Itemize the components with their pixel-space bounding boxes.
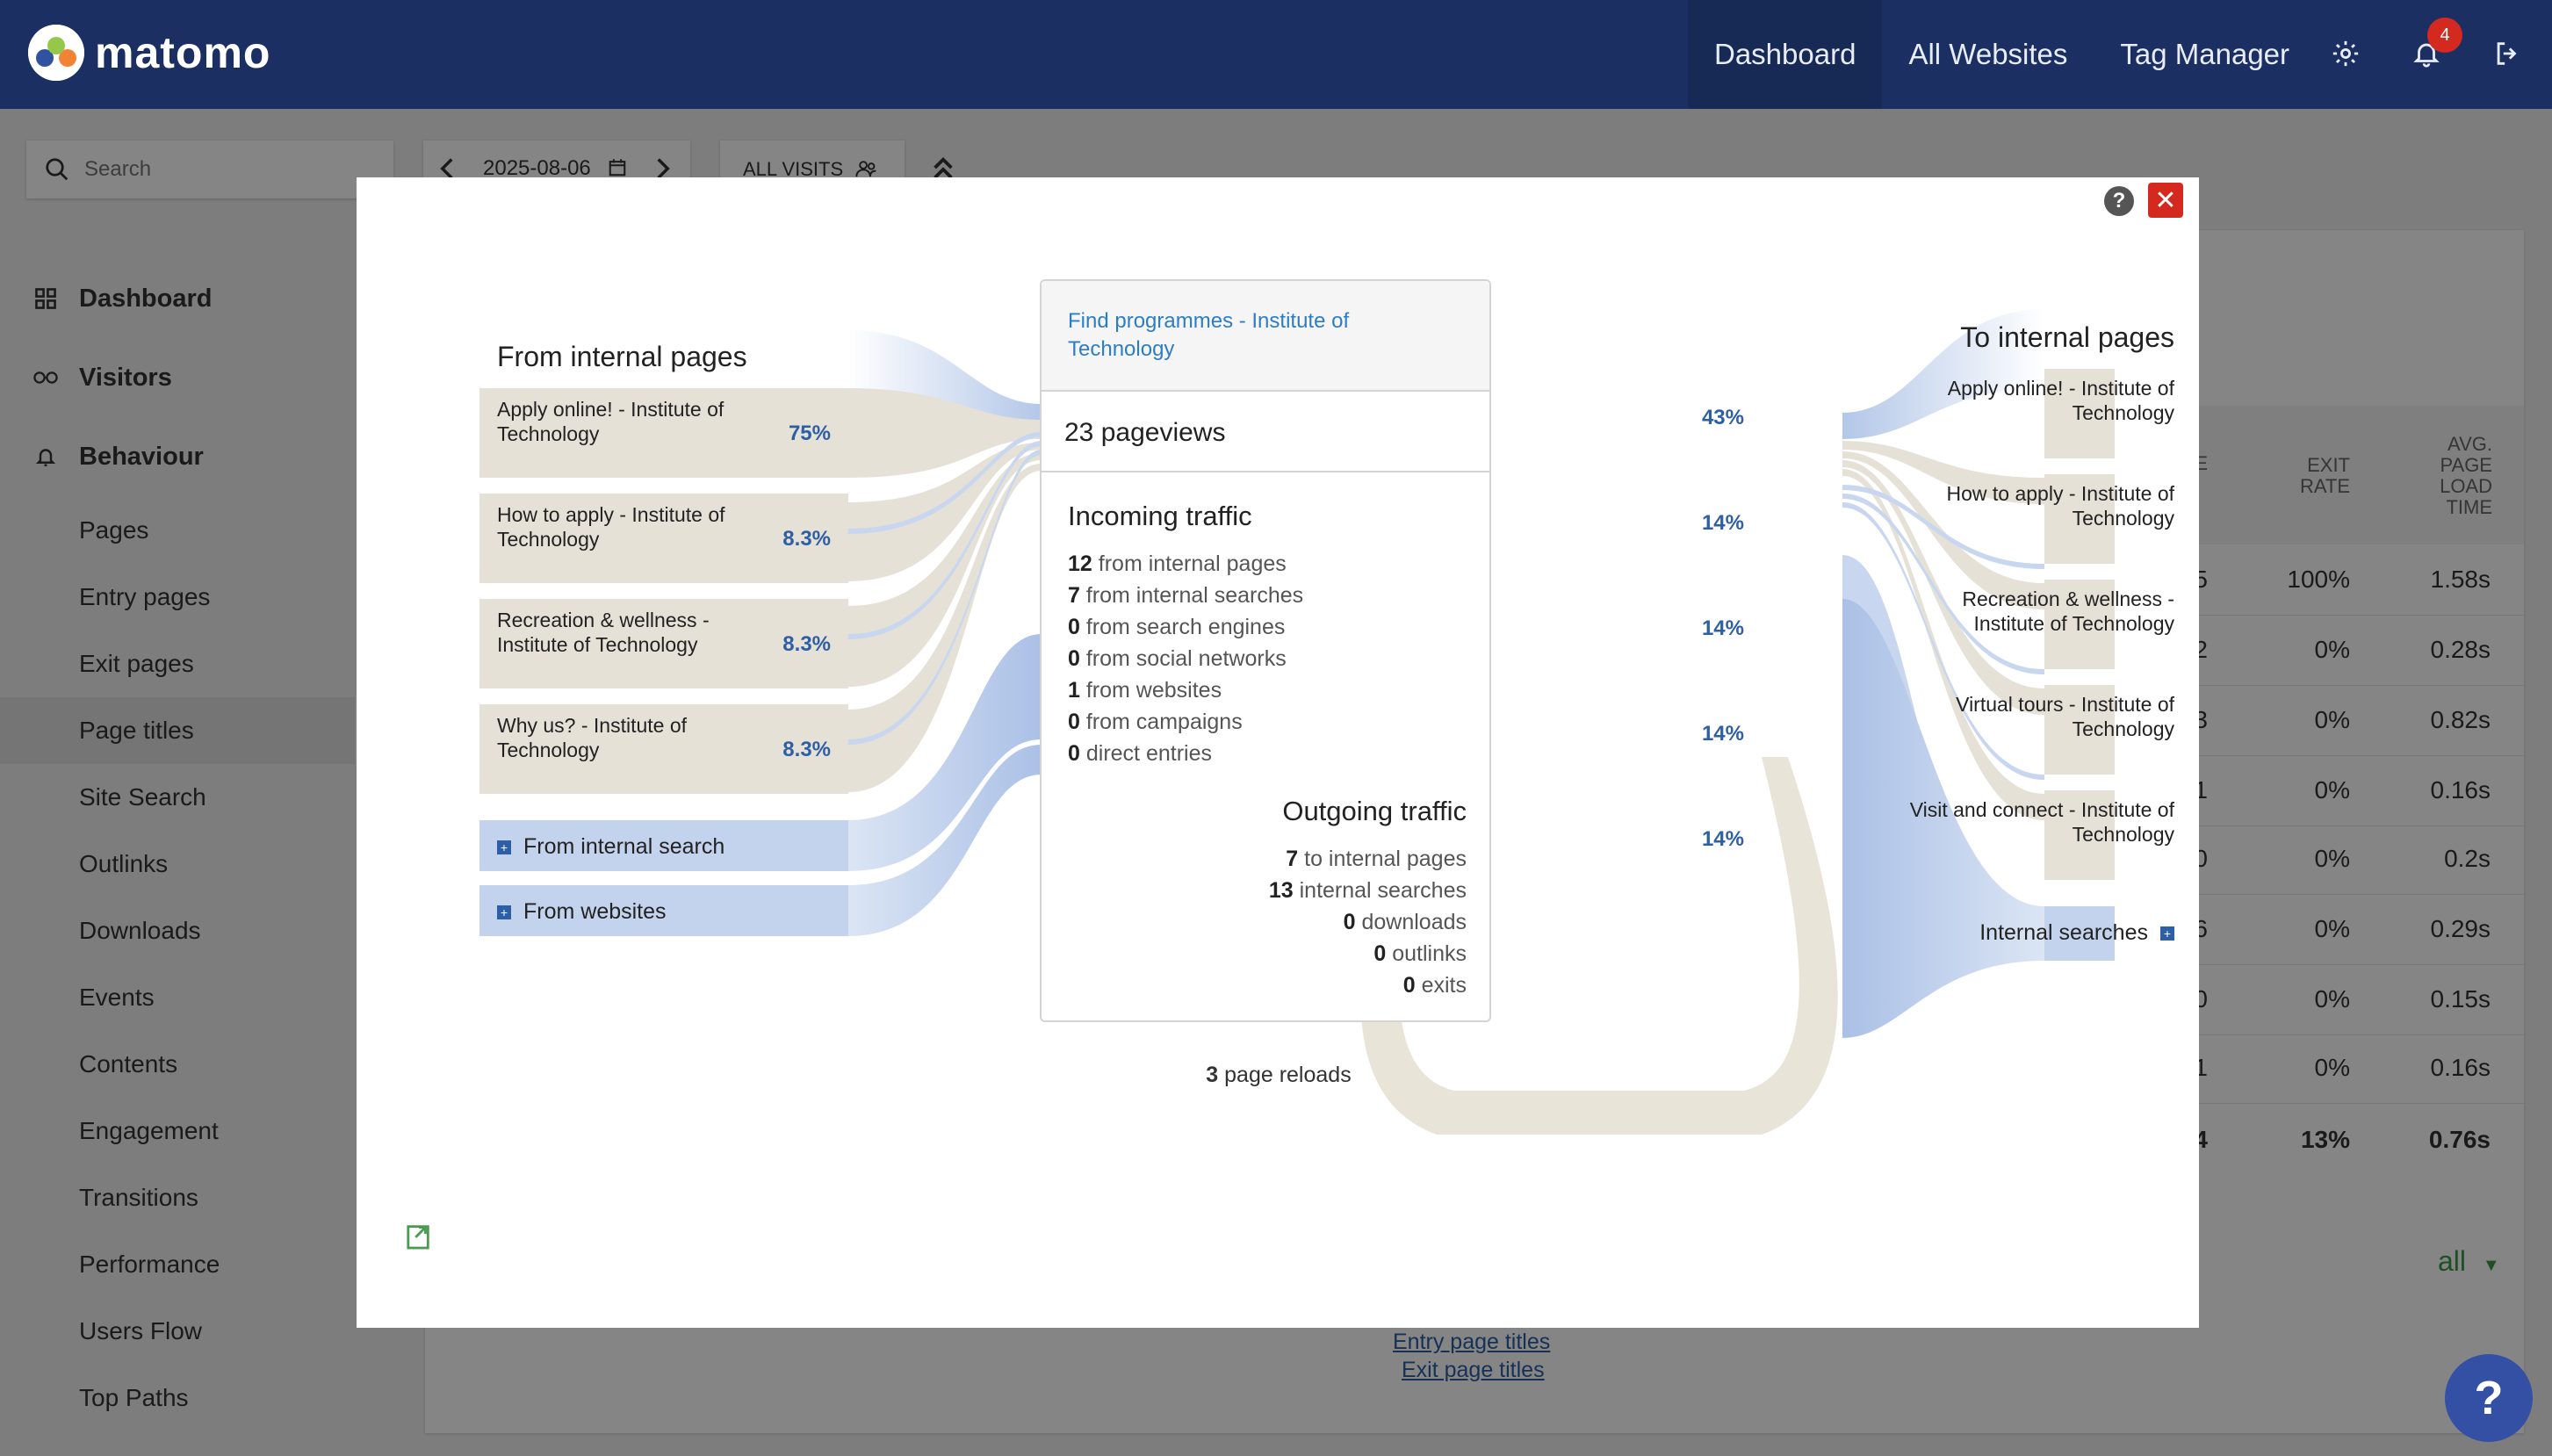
incoming-row: 12 from internal pages [1068, 551, 1287, 576]
group-label: Internal searches [1979, 920, 2148, 945]
right-page-item[interactable]: Apply online! - Institute of Technology [1779, 376, 2174, 425]
matomo-logo[interactable]: matomo [28, 25, 270, 81]
right-page-item[interactable]: Visit and connect - Institute of Technolo… [1779, 797, 2174, 847]
logout-icon[interactable] [2485, 32, 2529, 76]
logo-text: matomo [95, 28, 271, 77]
to-internal-pages-title: To internal pages [1960, 321, 2174, 353]
expand-plus-icon[interactable]: + [2160, 926, 2174, 941]
group-label: From internal search [523, 834, 725, 859]
right-page-percent: 14% [1701, 511, 1744, 535]
left-page-item[interactable]: How to apply - Institute of Technology [497, 502, 761, 551]
reloads-count: 3 [1206, 1063, 1219, 1087]
notification-count-badge: 4 [2427, 18, 2462, 53]
left-page-item[interactable]: Why us? - Institute of Technology [497, 713, 761, 762]
right-page-item[interactable]: Virtual tours - Institute of Technology [1779, 692, 2174, 741]
current-page-title-link[interactable]: Find programmes - Institute of Technolog… [1068, 307, 1454, 364]
incoming-row: 0 direct entries [1068, 741, 1212, 766]
from-internal-search-group[interactable]: + From internal search [497, 834, 725, 860]
expand-plus-icon[interactable]: + [497, 905, 511, 919]
export-icon[interactable] [406, 1221, 432, 1255]
help-fab-button[interactable]: ? [2445, 1354, 2533, 1442]
incoming-traffic-list: 12 from internal pages 7 from internal se… [1068, 548, 1303, 769]
outgoing-row: 13 internal searches [1268, 878, 1467, 903]
internal-searches-group[interactable]: Internal searches + [1841, 920, 2174, 946]
left-page-percent: 8.3% [782, 527, 831, 551]
incoming-row: 7 from internal searches [1068, 583, 1304, 608]
transitions-modal: ? ✕ From internal pages To internal page… [357, 177, 2199, 1328]
outgoing-row: 0 exits [1402, 973, 1467, 998]
outgoing-row: 7 to internal pages [1286, 847, 1467, 871]
outgoing-row: 0 downloads [1343, 910, 1467, 934]
outgoing-row: 0 outlinks [1373, 941, 1467, 966]
top-nav: Dashboard All Websites Tag Manager [1688, 0, 2316, 109]
left-page-percent: 75% [788, 422, 831, 445]
pageviews-count: 23 pageviews [1064, 418, 1226, 447]
nav-tag-manager[interactable]: Tag Manager [2094, 0, 2316, 109]
group-label: From websites [523, 899, 667, 924]
incoming-traffic-title: Incoming traffic [1068, 501, 1252, 531]
incoming-row: 1 from websites [1068, 678, 1222, 703]
right-page-percent: 14% [1701, 616, 1744, 640]
center-divider [1042, 471, 1489, 472]
right-page-percent: 14% [1701, 827, 1744, 851]
incoming-row: 0 from social networks [1068, 646, 1287, 671]
nav-all-websites[interactable]: All Websites [1882, 0, 2094, 109]
close-modal-button[interactable]: ✕ [2148, 183, 2183, 218]
settings-gear-icon[interactable] [2324, 32, 2368, 76]
right-page-item[interactable]: Recreation & wellness - Institute of Tech… [1779, 587, 2174, 636]
outgoing-traffic-title: Outgoing traffic [1282, 796, 1467, 826]
nav-dashboard[interactable]: Dashboard [1688, 0, 1883, 109]
incoming-row: 0 from search engines [1068, 615, 1286, 639]
from-internal-pages-title: From internal pages [497, 341, 747, 372]
right-page-percent: 14% [1701, 722, 1744, 746]
expand-plus-icon[interactable]: + [497, 840, 511, 854]
center-page-box: Find programmes - Institute of Technolog… [1040, 279, 1491, 1022]
incoming-row: 0 from campaigns [1068, 710, 1243, 734]
page-reloads: 3 page reloads [1147, 1063, 1410, 1088]
outgoing-traffic-list: 7 to internal pages 13 internal searches 0… [1129, 843, 1467, 1001]
left-page-item[interactable]: Recreation & wellness - Institute of Tech… [497, 608, 761, 657]
from-websites-group[interactable]: + From websites [497, 899, 667, 925]
help-icon[interactable]: ? [2104, 186, 2134, 216]
right-page-percent: 43% [1701, 406, 1744, 429]
matomo-logo-icon [28, 25, 84, 81]
left-page-item[interactable]: Apply online! - Institute of Technology [497, 397, 761, 446]
reloads-label: page reloads [1224, 1063, 1352, 1087]
left-page-percent: 8.3% [782, 738, 831, 761]
left-page-percent: 8.3% [782, 632, 831, 656]
right-page-item[interactable]: How to apply - Institute of Technology [1779, 481, 2174, 530]
